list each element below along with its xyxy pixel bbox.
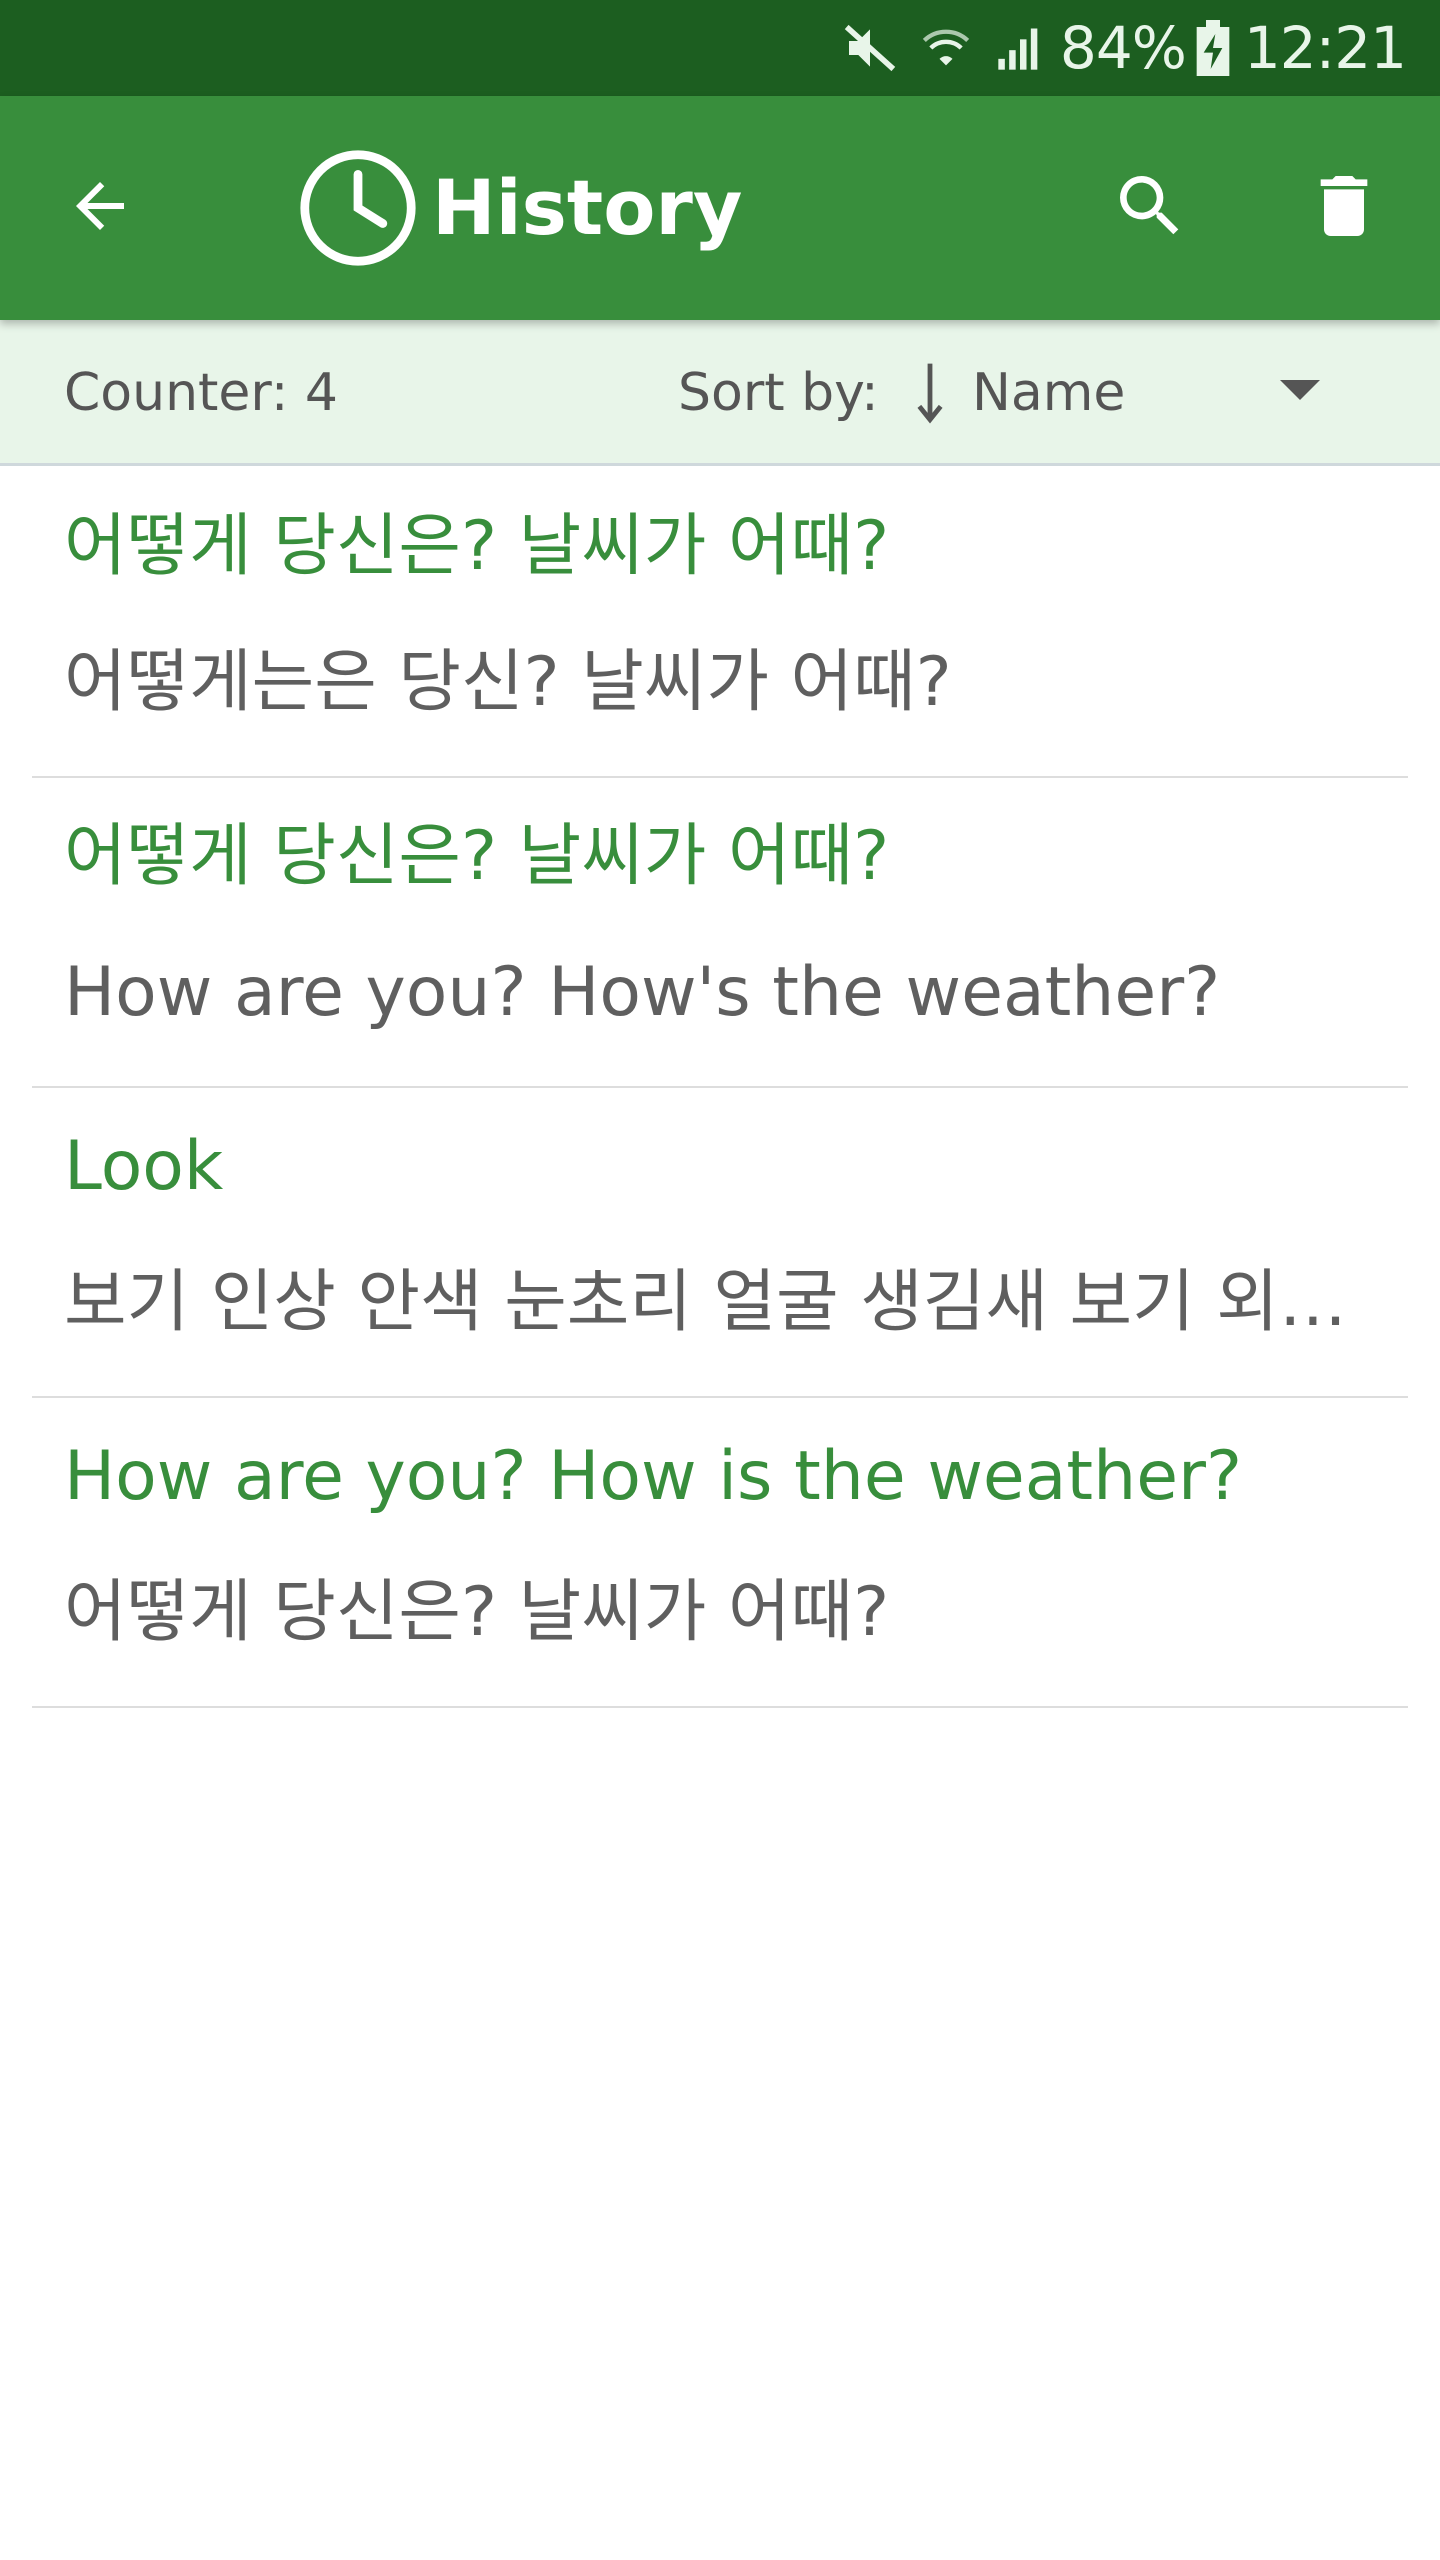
sort-by-label: Sort by: — [678, 363, 879, 423]
battery-percent: 84% — [1059, 14, 1187, 82]
page-title: History — [432, 163, 743, 252]
wifi-icon — [920, 0, 972, 96]
source-text: Look — [64, 1127, 224, 1206]
chevron-down-icon — [1280, 380, 1320, 400]
history-toolbar: Counter: 4 Sort by: Name — [0, 320, 1440, 466]
list-item[interactable]: Look 보기 인상 안색 눈초리 얼굴 생김새 보기 외관 모양 — [32, 1088, 1408, 1398]
status-bar: 84% 12:21 — [0, 0, 1440, 96]
trash-icon — [1304, 166, 1384, 250]
list-item[interactable]: 어떻게 당신은? 날씨가 어때? How are you? How's the … — [32, 778, 1408, 1088]
sort-dropdown[interactable]: Name — [910, 340, 1320, 446]
search-button[interactable] — [1090, 148, 1210, 268]
signal-icon — [994, 0, 1046, 96]
mute-icon — [842, 0, 898, 96]
clock-icon — [296, 146, 420, 270]
sort-value: Name — [972, 363, 1126, 423]
battery-charging-icon — [1196, 0, 1230, 96]
sort-direction-icon[interactable] — [910, 353, 950, 433]
list-item[interactable]: How are you? How is the weather? 어떻게 당신은… — [32, 1398, 1408, 1708]
list-item[interactable]: 어떻게 당신은? 날씨가 어때? 어떻게는은 당신? 날씨가 어때? — [32, 468, 1408, 778]
counter-label: Counter: 4 — [64, 363, 339, 423]
back-button[interactable] — [40, 148, 160, 268]
clock-time: 12:21 — [1243, 14, 1407, 82]
translation-text: 보기 인상 안색 눈초리 얼굴 생김새 보기 외관 모양 — [64, 1263, 1354, 1342]
source-text: How are you? How is the weather? — [64, 1437, 1243, 1516]
source-text: 어떻게 당신은? 날씨가 어때? — [64, 507, 890, 586]
delete-button[interactable] — [1284, 148, 1404, 268]
app-bar: History — [0, 96, 1440, 320]
history-list: 어떻게 당신은? 날씨가 어때? 어떻게는은 당신? 날씨가 어때? 어떻게 당… — [0, 468, 1440, 1708]
arrow-left-icon — [64, 170, 136, 246]
translation-text: 어떻게 당신은? 날씨가 어때? — [64, 1573, 890, 1652]
search-icon — [1110, 166, 1190, 250]
source-text: 어떻게 당신은? 날씨가 어때? — [64, 817, 890, 896]
translation-text: 어떻게는은 당신? 날씨가 어때? — [64, 643, 952, 722]
translation-text: How are you? How's the weather? — [64, 953, 1221, 1032]
